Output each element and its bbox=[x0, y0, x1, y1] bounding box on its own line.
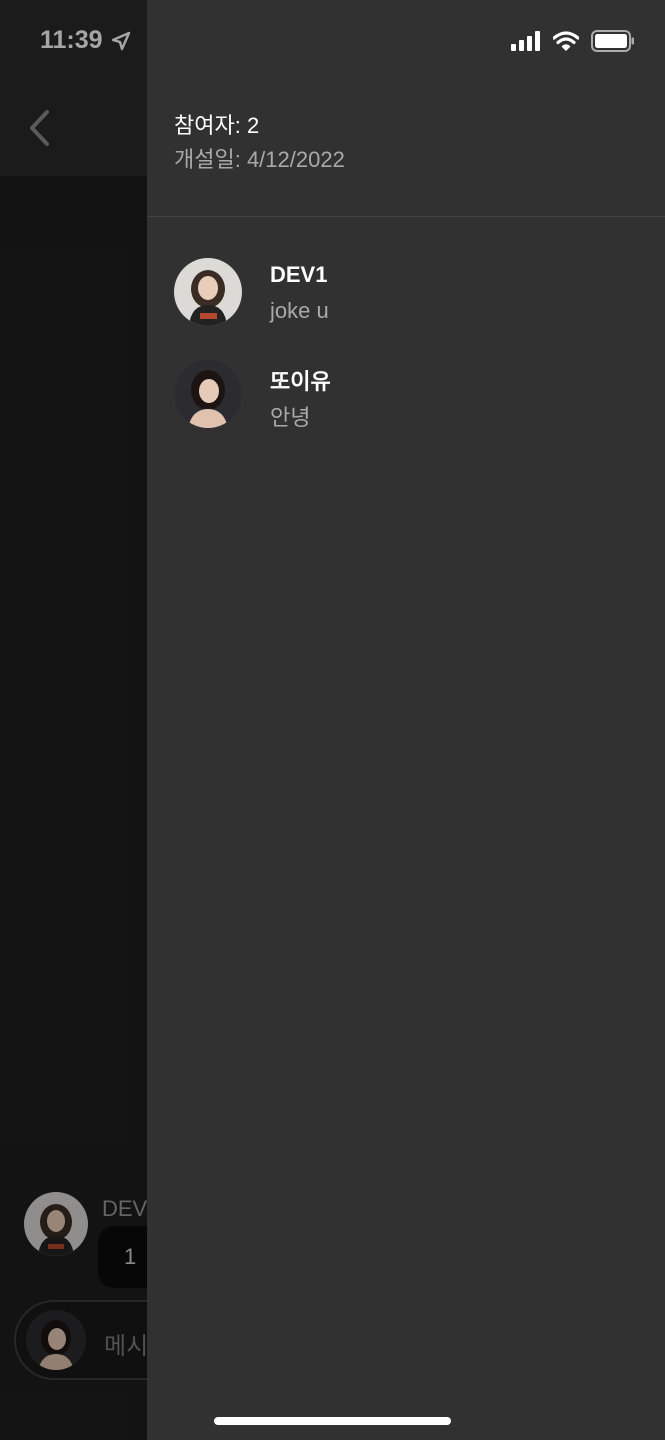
cellular-signal-icon bbox=[511, 31, 540, 51]
wifi-icon bbox=[553, 31, 579, 51]
participants-drawer: 참여자: 2 개설일: 4/12/2022 DEV1 joke u 또이유 안녕 bbox=[147, 0, 665, 1440]
participant-count: 참여자: 2 bbox=[174, 113, 260, 138]
drawer-overlay-scrim[interactable] bbox=[0, 0, 147, 1440]
participant-avatar bbox=[174, 258, 242, 326]
participant-status: 안녕 bbox=[270, 405, 311, 430]
home-indicator[interactable] bbox=[214, 1417, 451, 1425]
battery-icon bbox=[591, 30, 634, 52]
participant-name: DEV1 bbox=[270, 262, 328, 287]
divider bbox=[147, 216, 665, 217]
participant-item[interactable]: DEV1 joke u bbox=[174, 258, 644, 330]
participant-name: 또이유 bbox=[270, 369, 331, 394]
participant-avatar bbox=[174, 360, 242, 428]
participant-status: joke u bbox=[270, 298, 329, 323]
status-bar-indicators bbox=[511, 30, 635, 52]
chat-room-screen: 11:39 DEV 1 메시 참여자: 2 개설일: 4/12/2022 DEV… bbox=[0, 0, 665, 1440]
room-info: 참여자: 2 개설일: 4/12/2022 bbox=[174, 112, 345, 174]
participant-item[interactable]: 또이유 안녕 bbox=[174, 360, 644, 432]
created-date: 개설일: 4/12/2022 bbox=[174, 147, 345, 172]
